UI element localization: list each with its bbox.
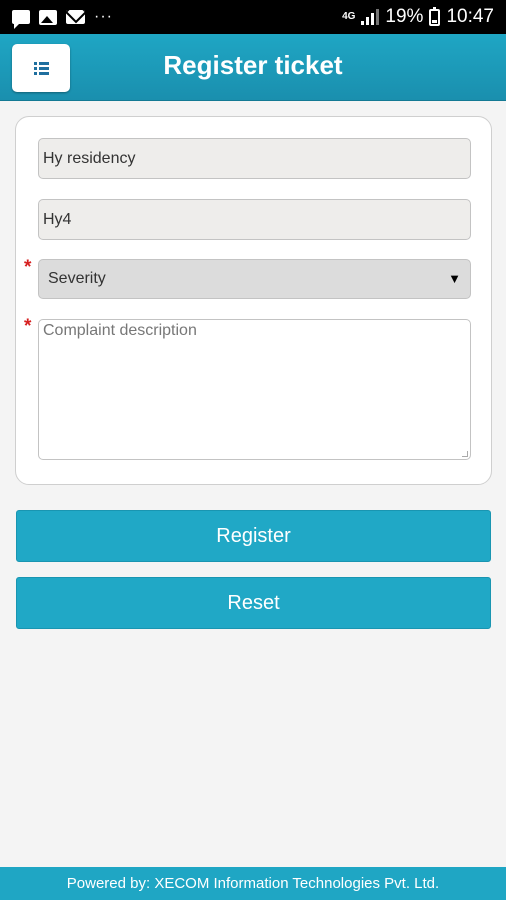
page-title: Register ticket xyxy=(163,50,343,80)
reset-button[interactable]: Reset xyxy=(16,577,491,629)
complaint-description-textarea[interactable]: Complaint description xyxy=(38,319,471,460)
mail-icon xyxy=(66,10,85,24)
status-bar: ··· 4G 19% 10:47 xyxy=(0,0,506,34)
more-dots-icon: ··· xyxy=(94,8,113,25)
battery-percent: 19% xyxy=(385,6,424,27)
ticket-form-card: Hy residency Hy4 * Severity ▼ * Complain… xyxy=(15,116,492,485)
property-name-field[interactable]: Hy residency xyxy=(38,138,471,179)
battery-icon xyxy=(429,6,441,26)
dropdown-arrow-icon: ▼ xyxy=(448,271,461,286)
chat-icon xyxy=(12,10,30,29)
footer-credit: Powered by: XECOM Information Technologi… xyxy=(0,867,506,900)
notification-icons: ··· xyxy=(12,8,113,29)
unit-number-field[interactable]: Hy4 xyxy=(38,199,471,240)
required-marker: * xyxy=(24,257,32,278)
severity-select[interactable]: Severity ▼ xyxy=(38,259,471,299)
network-type-label: 4G xyxy=(342,11,356,22)
required-marker: * xyxy=(24,316,32,337)
image-icon xyxy=(39,9,57,25)
description-placeholder: Complaint description xyxy=(43,322,197,339)
severity-selected-value: Severity xyxy=(48,270,106,287)
system-status: 4G 19% 10:47 xyxy=(342,6,494,28)
app-header: Register ticket xyxy=(0,34,506,101)
resize-handle-icon[interactable] xyxy=(462,451,468,457)
clock: 10:47 xyxy=(446,6,494,27)
signal-icon xyxy=(361,9,380,25)
register-button[interactable]: Register xyxy=(16,510,491,562)
